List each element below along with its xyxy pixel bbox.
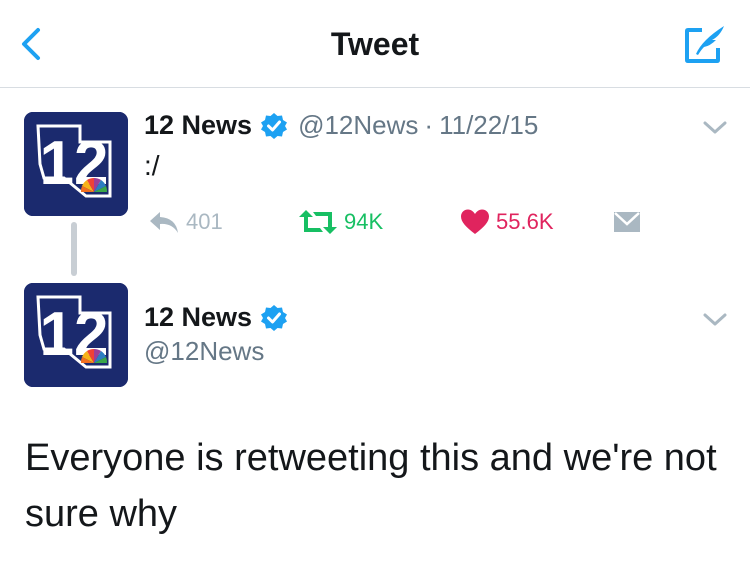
compose-icon [685, 26, 724, 63]
tweet-date[interactable]: 11/22/15 [439, 110, 538, 141]
quoted-tweet-text: :/ [144, 150, 160, 181]
avatar[interactable]: 12 [24, 283, 128, 387]
chevron-down-icon[interactable] [700, 118, 730, 138]
chevron-down-icon[interactable] [700, 310, 730, 330]
direct-message-button[interactable] [612, 204, 642, 240]
avatar[interactable]: 12 [24, 112, 128, 216]
quoted-tweet-header: 12 News @12News · 11/22/15 [144, 110, 538, 141]
channel-12-logo-icon: 12 [24, 112, 128, 216]
like-count: 55.6K [496, 209, 554, 234]
envelope-icon [614, 212, 640, 232]
retweet-icon [299, 210, 337, 234]
reply-icon [150, 212, 178, 233]
reply-button[interactable]: 401 [148, 204, 223, 240]
nav-header: Tweet [0, 0, 750, 88]
separator-dot: · [424, 110, 434, 140]
like-button[interactable]: 55.6K [460, 204, 554, 240]
retweet-button[interactable]: 94K [298, 204, 383, 240]
author-name[interactable]: 12 News [144, 302, 252, 333]
compose-button[interactable] [682, 22, 728, 66]
verified-badge-icon [261, 304, 288, 331]
main-tweet-text: Everyone is retweeting this and we're no… [25, 437, 717, 535]
retweet-count: 94K [344, 209, 384, 234]
reply-count: 401 [186, 209, 223, 234]
page-title: Tweet [330, 26, 420, 62]
heart-icon [461, 209, 489, 234]
main-tweet-header: 12 News [144, 302, 288, 333]
thread-connector-line [71, 222, 77, 276]
author-name[interactable]: 12 News [144, 110, 252, 141]
channel-12-logo-icon: 12 [24, 283, 128, 387]
author-handle[interactable]: @12News [144, 336, 264, 367]
author-handle[interactable]: @12News [298, 110, 418, 141]
verified-badge-icon [261, 112, 288, 139]
